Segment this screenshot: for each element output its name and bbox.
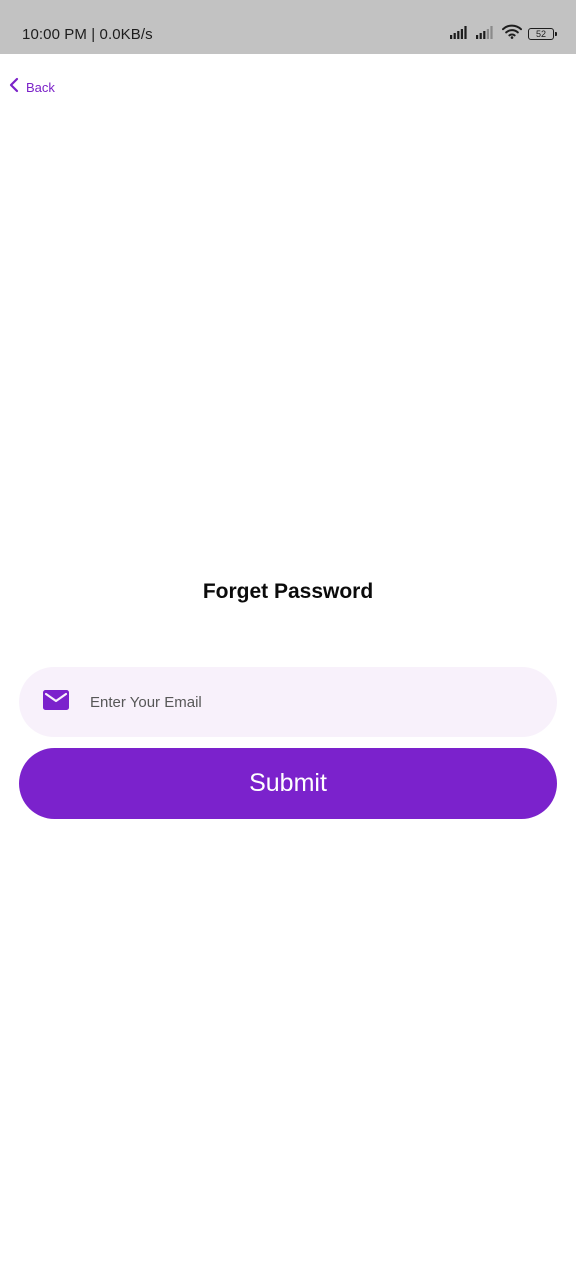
- back-label: Back: [26, 79, 55, 95]
- email-input[interactable]: [90, 693, 490, 711]
- status-icons: 52: [450, 24, 557, 44]
- battery-level: 52: [535, 28, 546, 39]
- page-title: Forget Password: [202, 580, 374, 603]
- status-time-network-speed: 10:00 PM | 0.0KB/s: [22, 26, 153, 43]
- back-button[interactable]: Back: [8, 76, 55, 98]
- battery-icon: 52: [528, 28, 557, 40]
- signal-icon: [450, 25, 470, 44]
- wifi-icon: [502, 24, 522, 44]
- submit-button[interactable]: Submit: [19, 748, 557, 819]
- chevron-left-icon: [8, 77, 20, 98]
- signal-icon: [476, 25, 496, 44]
- email-field[interactable]: [19, 667, 557, 737]
- mail-icon: [43, 689, 69, 715]
- status-bar: 10:00 PM | 0.0KB/s 52: [0, 0, 576, 54]
